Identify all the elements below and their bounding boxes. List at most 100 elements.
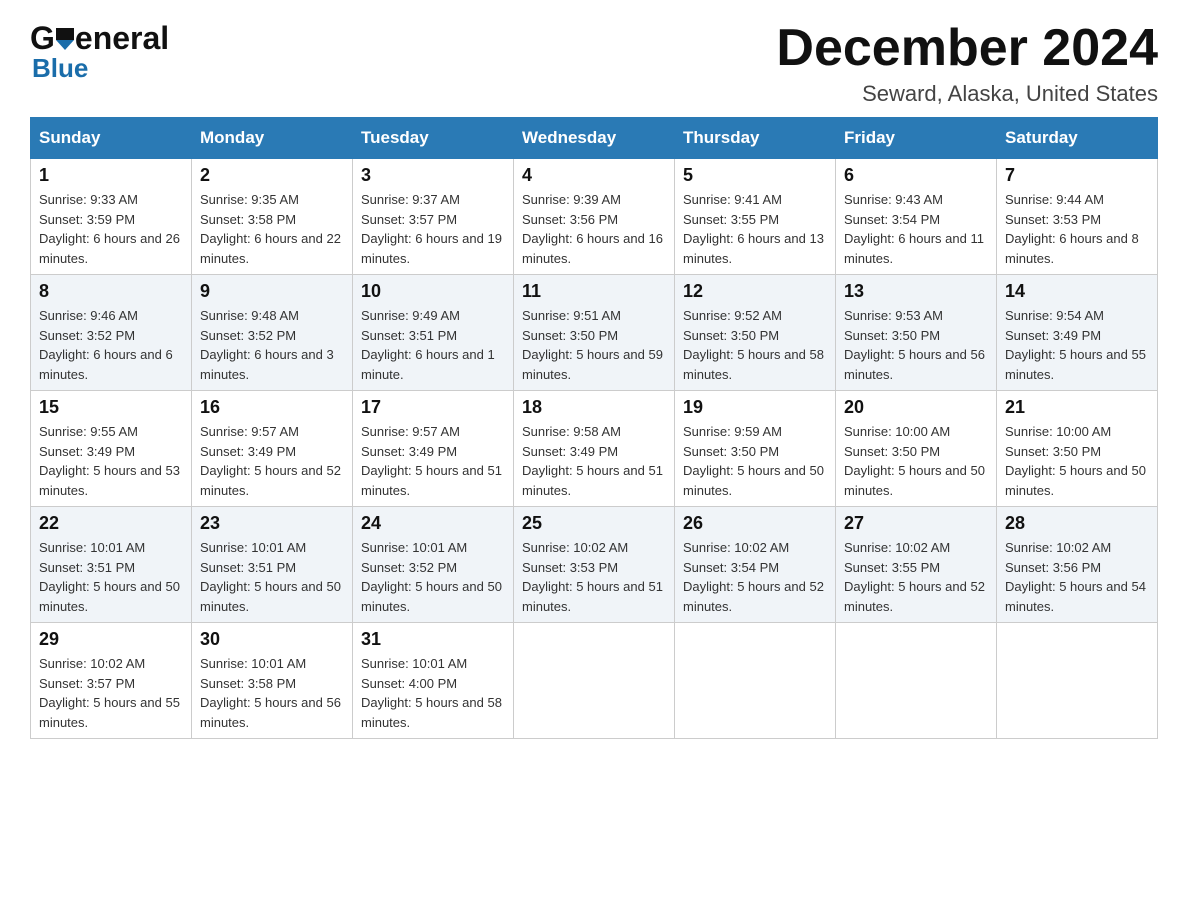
day-info: Sunrise: 9:35 AM Sunset: 3:58 PM Dayligh… bbox=[200, 190, 344, 268]
calendar-week-row: 8 Sunrise: 9:46 AM Sunset: 3:52 PM Dayli… bbox=[31, 275, 1158, 391]
day-info: Sunrise: 9:37 AM Sunset: 3:57 PM Dayligh… bbox=[361, 190, 505, 268]
day-number: 19 bbox=[683, 397, 827, 418]
day-number: 22 bbox=[39, 513, 183, 534]
logo: G eneral Blue bbox=[30, 20, 169, 84]
calendar-cell bbox=[997, 623, 1158, 739]
calendar-cell: 7 Sunrise: 9:44 AM Sunset: 3:53 PM Dayli… bbox=[997, 159, 1158, 275]
calendar-cell: 13 Sunrise: 9:53 AM Sunset: 3:50 PM Dayl… bbox=[836, 275, 997, 391]
logo-blue: Blue bbox=[32, 53, 88, 84]
day-number: 10 bbox=[361, 281, 505, 302]
calendar-header-row: SundayMondayTuesdayWednesdayThursdayFrid… bbox=[31, 118, 1158, 159]
day-number: 9 bbox=[200, 281, 344, 302]
day-number: 6 bbox=[844, 165, 988, 186]
day-number: 13 bbox=[844, 281, 988, 302]
day-info: Sunrise: 10:00 AM Sunset: 3:50 PM Daylig… bbox=[844, 422, 988, 500]
calendar-week-row: 22 Sunrise: 10:01 AM Sunset: 3:51 PM Day… bbox=[31, 507, 1158, 623]
day-number: 27 bbox=[844, 513, 988, 534]
day-info: Sunrise: 9:55 AM Sunset: 3:49 PM Dayligh… bbox=[39, 422, 183, 500]
day-info: Sunrise: 9:58 AM Sunset: 3:49 PM Dayligh… bbox=[522, 422, 666, 500]
day-number: 15 bbox=[39, 397, 183, 418]
calendar-cell: 21 Sunrise: 10:00 AM Sunset: 3:50 PM Day… bbox=[997, 391, 1158, 507]
calendar-cell: 26 Sunrise: 10:02 AM Sunset: 3:54 PM Day… bbox=[675, 507, 836, 623]
day-number: 1 bbox=[39, 165, 183, 186]
day-info: Sunrise: 10:00 AM Sunset: 3:50 PM Daylig… bbox=[1005, 422, 1149, 500]
day-info: Sunrise: 10:02 AM Sunset: 3:54 PM Daylig… bbox=[683, 538, 827, 616]
day-info: Sunrise: 9:33 AM Sunset: 3:59 PM Dayligh… bbox=[39, 190, 183, 268]
day-info: Sunrise: 9:51 AM Sunset: 3:50 PM Dayligh… bbox=[522, 306, 666, 384]
calendar-cell: 16 Sunrise: 9:57 AM Sunset: 3:49 PM Dayl… bbox=[192, 391, 353, 507]
calendar-cell: 18 Sunrise: 9:58 AM Sunset: 3:49 PM Dayl… bbox=[514, 391, 675, 507]
calendar-cell: 6 Sunrise: 9:43 AM Sunset: 3:54 PM Dayli… bbox=[836, 159, 997, 275]
day-number: 23 bbox=[200, 513, 344, 534]
page-subtitle: Seward, Alaska, United States bbox=[776, 81, 1158, 107]
day-number: 30 bbox=[200, 629, 344, 650]
day-number: 18 bbox=[522, 397, 666, 418]
calendar-cell: 31 Sunrise: 10:01 AM Sunset: 4:00 PM Day… bbox=[353, 623, 514, 739]
day-number: 17 bbox=[361, 397, 505, 418]
calendar-cell: 8 Sunrise: 9:46 AM Sunset: 3:52 PM Dayli… bbox=[31, 275, 192, 391]
day-info: Sunrise: 10:02 AM Sunset: 3:56 PM Daylig… bbox=[1005, 538, 1149, 616]
day-info: Sunrise: 9:39 AM Sunset: 3:56 PM Dayligh… bbox=[522, 190, 666, 268]
calendar-cell: 2 Sunrise: 9:35 AM Sunset: 3:58 PM Dayli… bbox=[192, 159, 353, 275]
logo-eneral: eneral bbox=[75, 20, 169, 57]
calendar-header-saturday: Saturday bbox=[997, 118, 1158, 159]
calendar-cell: 15 Sunrise: 9:55 AM Sunset: 3:49 PM Dayl… bbox=[31, 391, 192, 507]
calendar-cell: 23 Sunrise: 10:01 AM Sunset: 3:51 PM Day… bbox=[192, 507, 353, 623]
calendar-cell: 5 Sunrise: 9:41 AM Sunset: 3:55 PM Dayli… bbox=[675, 159, 836, 275]
day-number: 26 bbox=[683, 513, 827, 534]
day-number: 29 bbox=[39, 629, 183, 650]
day-number: 12 bbox=[683, 281, 827, 302]
calendar-cell: 19 Sunrise: 9:59 AM Sunset: 3:50 PM Dayl… bbox=[675, 391, 836, 507]
day-info: Sunrise: 9:57 AM Sunset: 3:49 PM Dayligh… bbox=[361, 422, 505, 500]
day-info: Sunrise: 10:01 AM Sunset: 3:51 PM Daylig… bbox=[39, 538, 183, 616]
calendar-cell: 12 Sunrise: 9:52 AM Sunset: 3:50 PM Dayl… bbox=[675, 275, 836, 391]
calendar-cell: 3 Sunrise: 9:37 AM Sunset: 3:57 PM Dayli… bbox=[353, 159, 514, 275]
calendar-cell: 20 Sunrise: 10:00 AM Sunset: 3:50 PM Day… bbox=[836, 391, 997, 507]
calendar-cell: 11 Sunrise: 9:51 AM Sunset: 3:50 PM Dayl… bbox=[514, 275, 675, 391]
logo-g: G bbox=[30, 20, 55, 57]
calendar-header-monday: Monday bbox=[192, 118, 353, 159]
day-number: 7 bbox=[1005, 165, 1149, 186]
day-info: Sunrise: 10:01 AM Sunset: 3:51 PM Daylig… bbox=[200, 538, 344, 616]
calendar-cell: 22 Sunrise: 10:01 AM Sunset: 3:51 PM Day… bbox=[31, 507, 192, 623]
day-info: Sunrise: 9:49 AM Sunset: 3:51 PM Dayligh… bbox=[361, 306, 505, 384]
day-info: Sunrise: 10:01 AM Sunset: 4:00 PM Daylig… bbox=[361, 654, 505, 732]
page-title: December 2024 bbox=[776, 20, 1158, 77]
page-header: G eneral Blue December 2024 Seward, Alas… bbox=[30, 20, 1158, 107]
day-info: Sunrise: 9:57 AM Sunset: 3:49 PM Dayligh… bbox=[200, 422, 344, 500]
day-info: Sunrise: 9:44 AM Sunset: 3:53 PM Dayligh… bbox=[1005, 190, 1149, 268]
day-info: Sunrise: 10:01 AM Sunset: 3:52 PM Daylig… bbox=[361, 538, 505, 616]
calendar-cell: 4 Sunrise: 9:39 AM Sunset: 3:56 PM Dayli… bbox=[514, 159, 675, 275]
day-number: 4 bbox=[522, 165, 666, 186]
day-number: 3 bbox=[361, 165, 505, 186]
calendar-cell: 9 Sunrise: 9:48 AM Sunset: 3:52 PM Dayli… bbox=[192, 275, 353, 391]
calendar-header-thursday: Thursday bbox=[675, 118, 836, 159]
day-info: Sunrise: 10:01 AM Sunset: 3:58 PM Daylig… bbox=[200, 654, 344, 732]
calendar-cell bbox=[675, 623, 836, 739]
day-info: Sunrise: 9:43 AM Sunset: 3:54 PM Dayligh… bbox=[844, 190, 988, 268]
calendar-header-tuesday: Tuesday bbox=[353, 118, 514, 159]
calendar-header-sunday: Sunday bbox=[31, 118, 192, 159]
day-number: 11 bbox=[522, 281, 666, 302]
calendar-table: SundayMondayTuesdayWednesdayThursdayFrid… bbox=[30, 117, 1158, 739]
calendar-cell bbox=[514, 623, 675, 739]
calendar-week-row: 15 Sunrise: 9:55 AM Sunset: 3:49 PM Dayl… bbox=[31, 391, 1158, 507]
day-number: 8 bbox=[39, 281, 183, 302]
calendar-cell: 28 Sunrise: 10:02 AM Sunset: 3:56 PM Day… bbox=[997, 507, 1158, 623]
calendar-cell: 14 Sunrise: 9:54 AM Sunset: 3:49 PM Dayl… bbox=[997, 275, 1158, 391]
day-info: Sunrise: 10:02 AM Sunset: 3:57 PM Daylig… bbox=[39, 654, 183, 732]
day-number: 24 bbox=[361, 513, 505, 534]
day-number: 16 bbox=[200, 397, 344, 418]
day-info: Sunrise: 10:02 AM Sunset: 3:55 PM Daylig… bbox=[844, 538, 988, 616]
day-number: 2 bbox=[200, 165, 344, 186]
day-info: Sunrise: 9:53 AM Sunset: 3:50 PM Dayligh… bbox=[844, 306, 988, 384]
calendar-cell bbox=[836, 623, 997, 739]
calendar-week-row: 29 Sunrise: 10:02 AM Sunset: 3:57 PM Day… bbox=[31, 623, 1158, 739]
calendar-cell: 17 Sunrise: 9:57 AM Sunset: 3:49 PM Dayl… bbox=[353, 391, 514, 507]
day-number: 28 bbox=[1005, 513, 1149, 534]
day-info: Sunrise: 9:52 AM Sunset: 3:50 PM Dayligh… bbox=[683, 306, 827, 384]
day-info: Sunrise: 9:59 AM Sunset: 3:50 PM Dayligh… bbox=[683, 422, 827, 500]
calendar-cell: 1 Sunrise: 9:33 AM Sunset: 3:59 PM Dayli… bbox=[31, 159, 192, 275]
day-number: 5 bbox=[683, 165, 827, 186]
calendar-cell: 27 Sunrise: 10:02 AM Sunset: 3:55 PM Day… bbox=[836, 507, 997, 623]
